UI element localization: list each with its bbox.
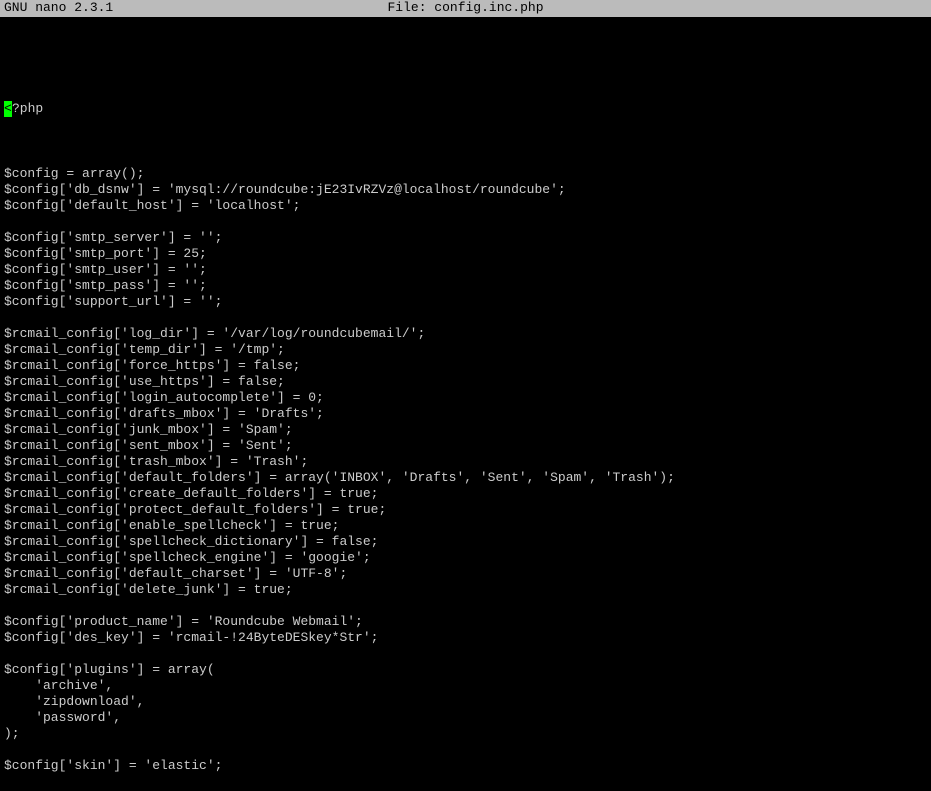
editor-line: $rcmail_config['default_charset'] = 'UTF… xyxy=(0,566,931,582)
editor-line: $config = array(); xyxy=(0,166,931,182)
editor-line: $rcmail_config['use_https'] = false; xyxy=(0,374,931,390)
editor-blank-line xyxy=(0,310,931,326)
editor-line: $config['support_url'] = ''; xyxy=(0,294,931,310)
editor-line: $rcmail_config['trash_mbox'] = 'Trash'; xyxy=(0,454,931,470)
editor-blank-line xyxy=(0,598,931,614)
editor-line: 'zipdownload', xyxy=(0,694,931,710)
editor-blank-line xyxy=(0,51,931,67)
app-name: GNU nano 2.3.1 xyxy=(4,0,113,17)
editor-area[interactable]: <?php $config = array();$config['db_dsnw… xyxy=(0,17,931,791)
lines-container: $config = array();$config['db_dsnw'] = '… xyxy=(0,150,931,774)
editor-line: $config['smtp_user'] = ''; xyxy=(0,262,931,278)
editor-blank-line xyxy=(0,742,931,758)
editor-line: $config['plugins'] = array( xyxy=(0,662,931,678)
editor-line: $config['skin'] = 'elastic'; xyxy=(0,758,931,774)
titlebar: GNU nano 2.3.1 File: config.inc.php xyxy=(0,0,931,17)
editor-line: $rcmail_config['junk_mbox'] = 'Spam'; xyxy=(0,422,931,438)
editor-line: $rcmail_config['delete_junk'] = true; xyxy=(0,582,931,598)
editor-line: $config['default_host'] = 'localhost'; xyxy=(0,198,931,214)
editor-line-cursor: <?php xyxy=(0,101,931,117)
editor-line: $config['des_key'] = 'rcmail-!24ByteDESk… xyxy=(0,630,931,646)
editor-line: $config['smtp_pass'] = ''; xyxy=(0,278,931,294)
editor-line: $rcmail_config['enable_spellcheck'] = tr… xyxy=(0,518,931,534)
editor-line: 'password', xyxy=(0,710,931,726)
editor-line: $rcmail_config['default_folders'] = arra… xyxy=(0,470,931,486)
editor-line: $rcmail_config['protect_default_folders'… xyxy=(0,502,931,518)
editor-line: $rcmail_config['drafts_mbox'] = 'Drafts'… xyxy=(0,406,931,422)
editor-line: $config['product_name'] = 'Roundcube Web… xyxy=(0,614,931,630)
editor-line: $rcmail_config['temp_dir'] = '/tmp'; xyxy=(0,342,931,358)
editor-line: $rcmail_config['force_https'] = false; xyxy=(0,358,931,374)
editor-line: $rcmail_config['login_autocomplete'] = 0… xyxy=(0,390,931,406)
editor-line: $config['smtp_server'] = ''; xyxy=(0,230,931,246)
editor-line: $config['smtp_port'] = 25; xyxy=(0,246,931,262)
editor-line: $rcmail_config['sent_mbox'] = 'Sent'; xyxy=(0,438,931,454)
editor-blank-line xyxy=(0,214,931,230)
editor-line: $config['db_dsnw'] = 'mysql://roundcube:… xyxy=(0,182,931,198)
cursor: < xyxy=(4,101,12,117)
editor-blank-line xyxy=(0,150,931,166)
editor-line: $rcmail_config['spellcheck_dictionary'] … xyxy=(0,534,931,550)
file-name: File: config.inc.php xyxy=(387,0,543,17)
editor-line: ); xyxy=(0,726,931,742)
editor-line: $rcmail_config['spellcheck_engine'] = 'g… xyxy=(0,550,931,566)
cursor-line-rest: ?php xyxy=(12,101,43,117)
editor-line: 'archive', xyxy=(0,678,931,694)
editor-line: $rcmail_config['log_dir'] = '/var/log/ro… xyxy=(0,326,931,342)
editor-blank-line xyxy=(0,646,931,662)
editor-line: $rcmail_config['create_default_folders']… xyxy=(0,486,931,502)
